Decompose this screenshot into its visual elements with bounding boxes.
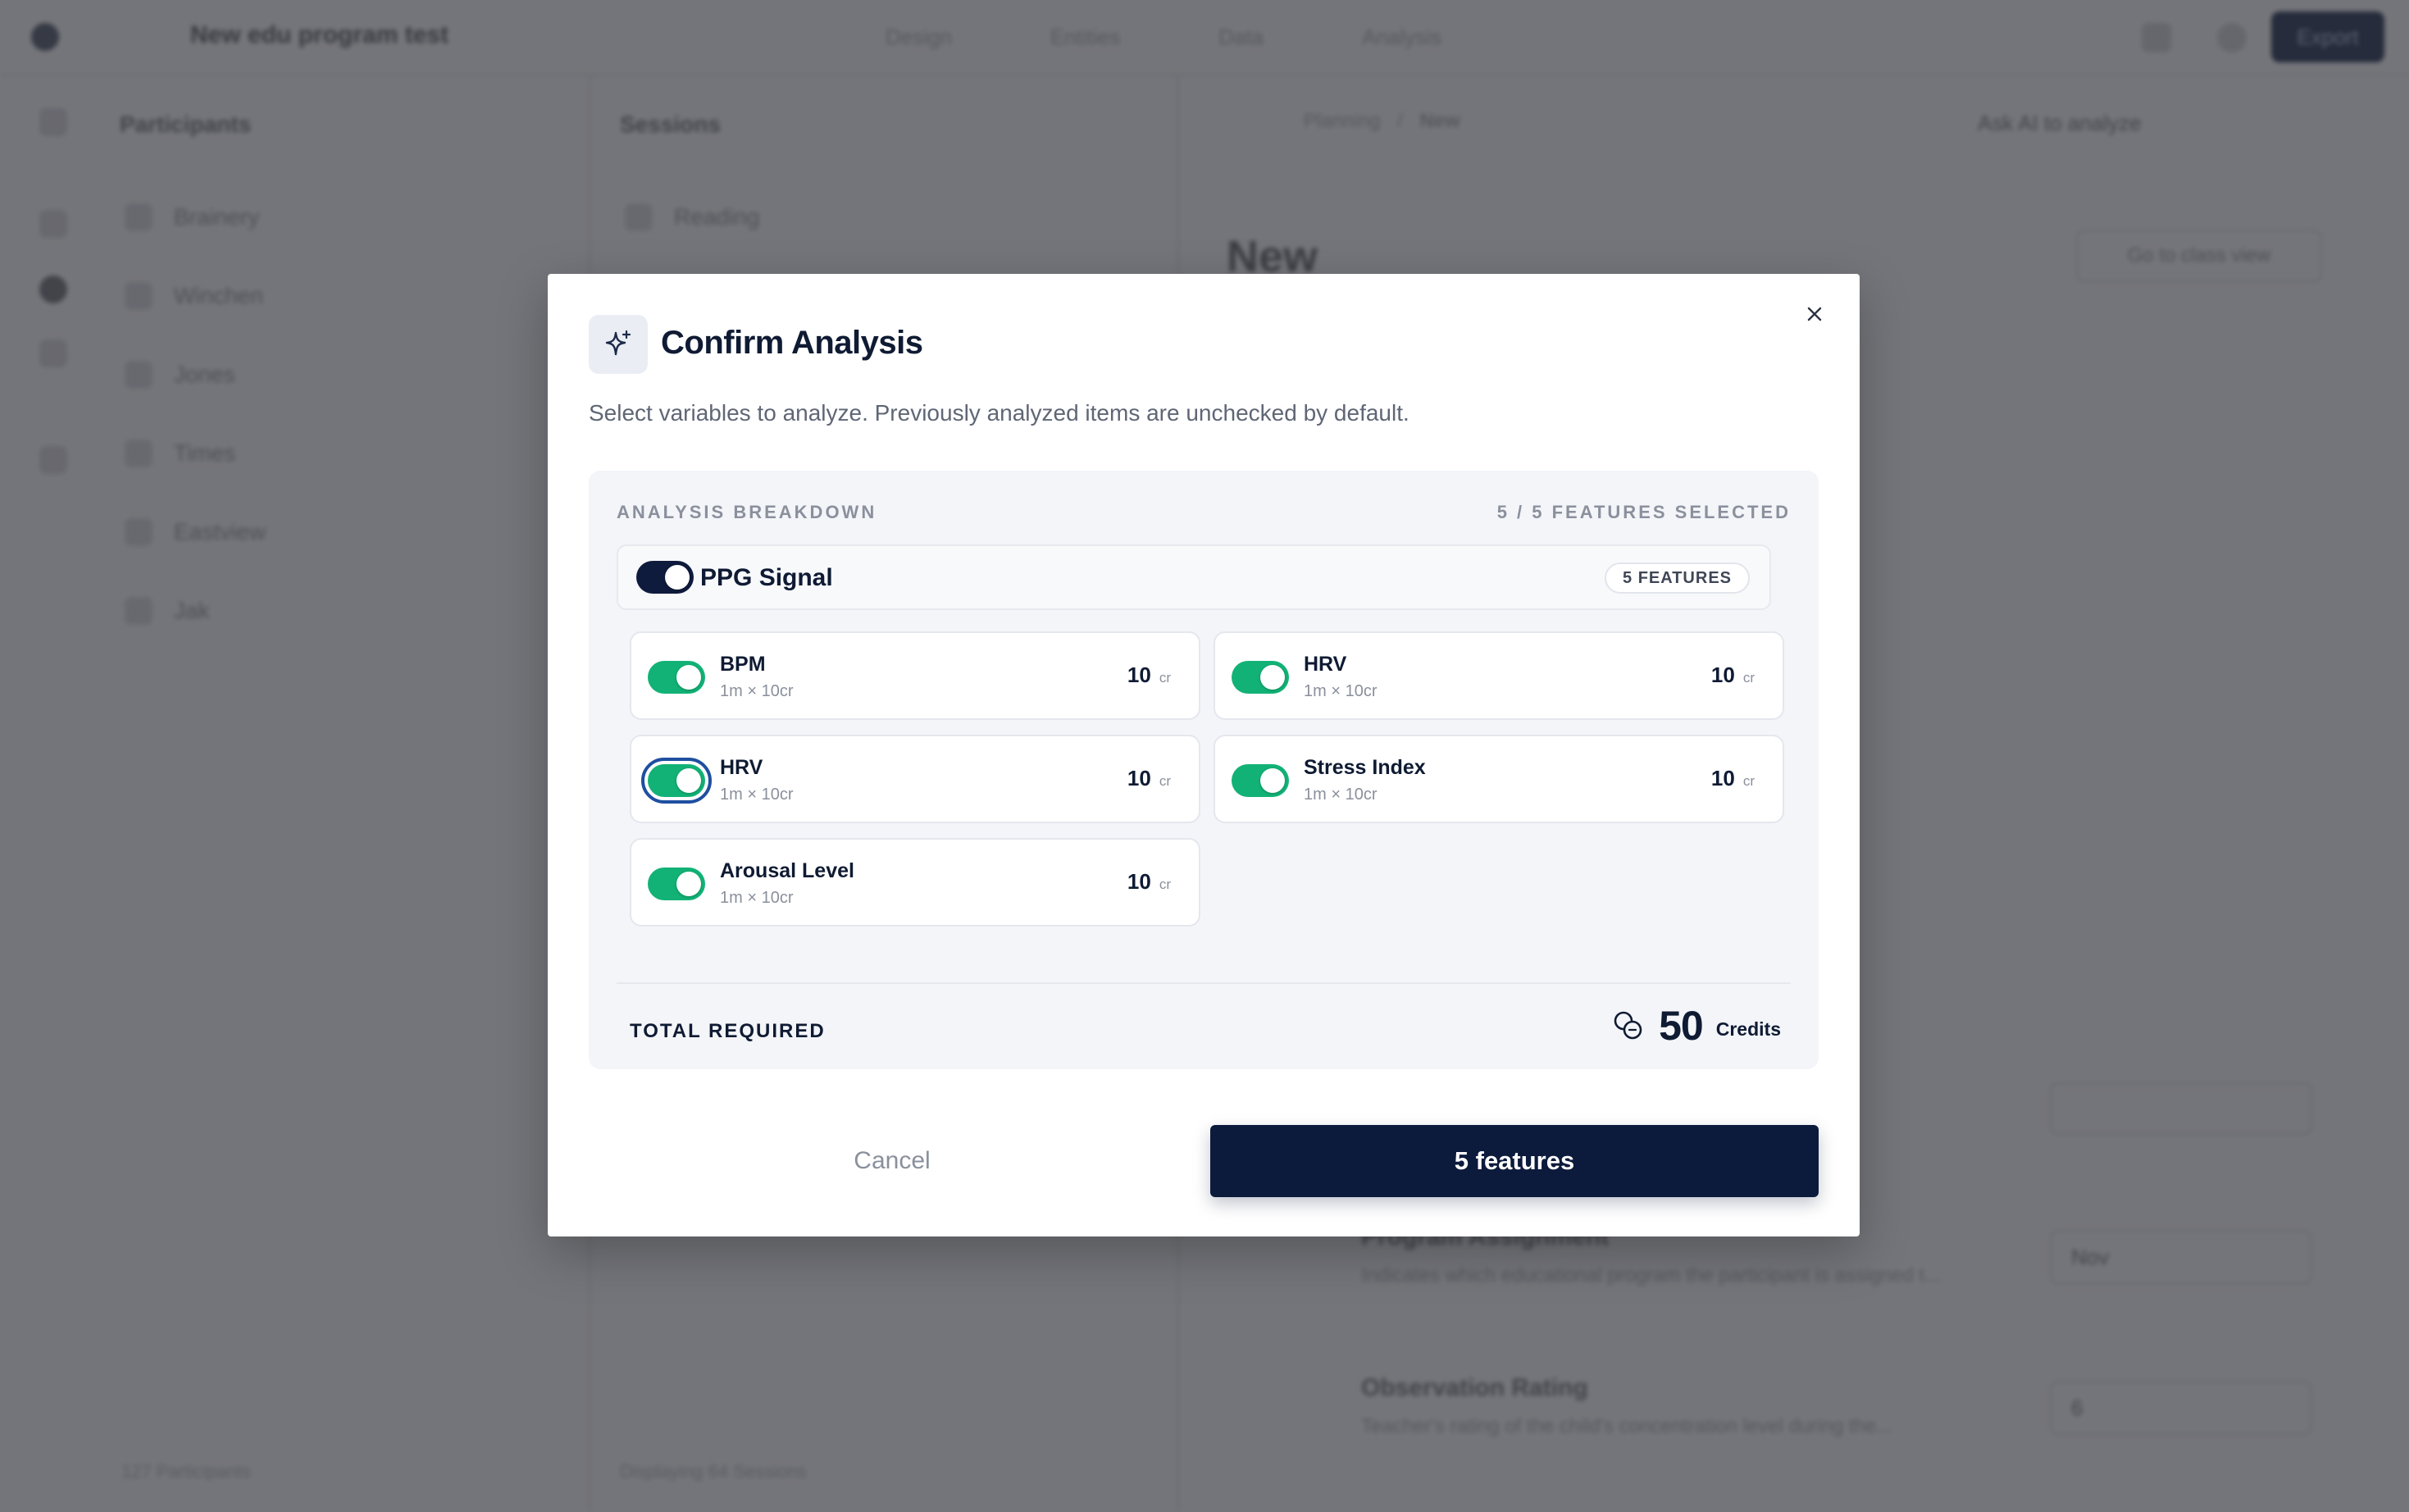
analysis-breakdown: ANALYSIS BREAKDOWN 5 / 5 FEATURES SELECT… (589, 471, 1819, 1069)
group-ppg-signal: PPG Signal 5 FEATURES (617, 544, 1771, 610)
feature-toggle[interactable] (641, 758, 712, 804)
cancel-button[interactable]: Cancel (589, 1125, 1195, 1197)
feature-name: Stress Index (1304, 756, 1426, 779)
feature-cost: 10 cr (1710, 663, 1755, 687)
feature-card-bpm[interactable]: BPM 1m × 10cr 10 cr (630, 631, 1200, 720)
feature-card-stress-index[interactable]: Stress Index 1m × 10cr 10 cr (1214, 735, 1784, 823)
selected-count: 5 / 5 FEATURES SELECTED (1496, 502, 1791, 522)
sparkle-icon (605, 330, 631, 356)
close-icon (1807, 307, 1822, 321)
total-credits: 50 Credits (1611, 1002, 1781, 1050)
feature-cost: 10 cr (1127, 766, 1171, 790)
feature-card-hrv-2[interactable]: HRV 1m × 10cr 10 cr (630, 735, 1200, 823)
feature-name: BPM (720, 653, 766, 676)
feature-toggle[interactable] (648, 868, 705, 900)
confirm-analysis-dialog: Confirm Analysis Select variables to ana… (548, 274, 1860, 1236)
breakdown-divider (617, 982, 1791, 984)
feature-meta: 1m × 10cr (720, 786, 794, 804)
feature-toggle[interactable] (1232, 661, 1289, 694)
feature-meta: 1m × 10cr (1304, 682, 1378, 700)
feature-cost: 10 cr (1710, 766, 1755, 790)
coins-icon (1614, 1011, 1642, 1040)
feature-name: HRV (720, 756, 763, 779)
confirm-button[interactable]: 5 features (1210, 1125, 1819, 1197)
feature-cost: 10 cr (1127, 869, 1171, 894)
feature-toggle[interactable] (1232, 764, 1289, 797)
total-label: TOTAL REQUIRED (630, 1020, 826, 1042)
header-icon-box (589, 315, 648, 374)
feature-card-arousal-level[interactable]: Arousal Level 1m × 10cr 10 cr (630, 838, 1200, 927)
group-name: PPG Signal (700, 564, 833, 591)
breakdown-label: ANALYSIS BREAKDOWN (617, 502, 877, 522)
feature-name: HRV (1304, 653, 1347, 676)
total-value: 50 (1659, 1003, 1704, 1049)
feature-name: Arousal Level (720, 859, 854, 882)
feature-meta: 1m × 10cr (1304, 786, 1378, 804)
feature-meta: 1m × 10cr (720, 682, 794, 700)
feature-cost: 10 cr (1127, 663, 1171, 687)
total-unit: Credits (1715, 1018, 1781, 1040)
feature-meta: 1m × 10cr (720, 889, 794, 907)
group-toggle[interactable] (636, 561, 694, 594)
dialog-subtitle: Select variables to analyze. Previously … (589, 400, 1409, 426)
feature-count-badge: 5 FEATURES (1605, 562, 1750, 594)
close-button[interactable] (1797, 297, 1832, 331)
feature-toggle[interactable] (648, 661, 705, 694)
feature-card-hrv[interactable]: HRV 1m × 10cr 10 cr (1214, 631, 1784, 720)
dialog-title: Confirm Analysis (661, 325, 923, 361)
